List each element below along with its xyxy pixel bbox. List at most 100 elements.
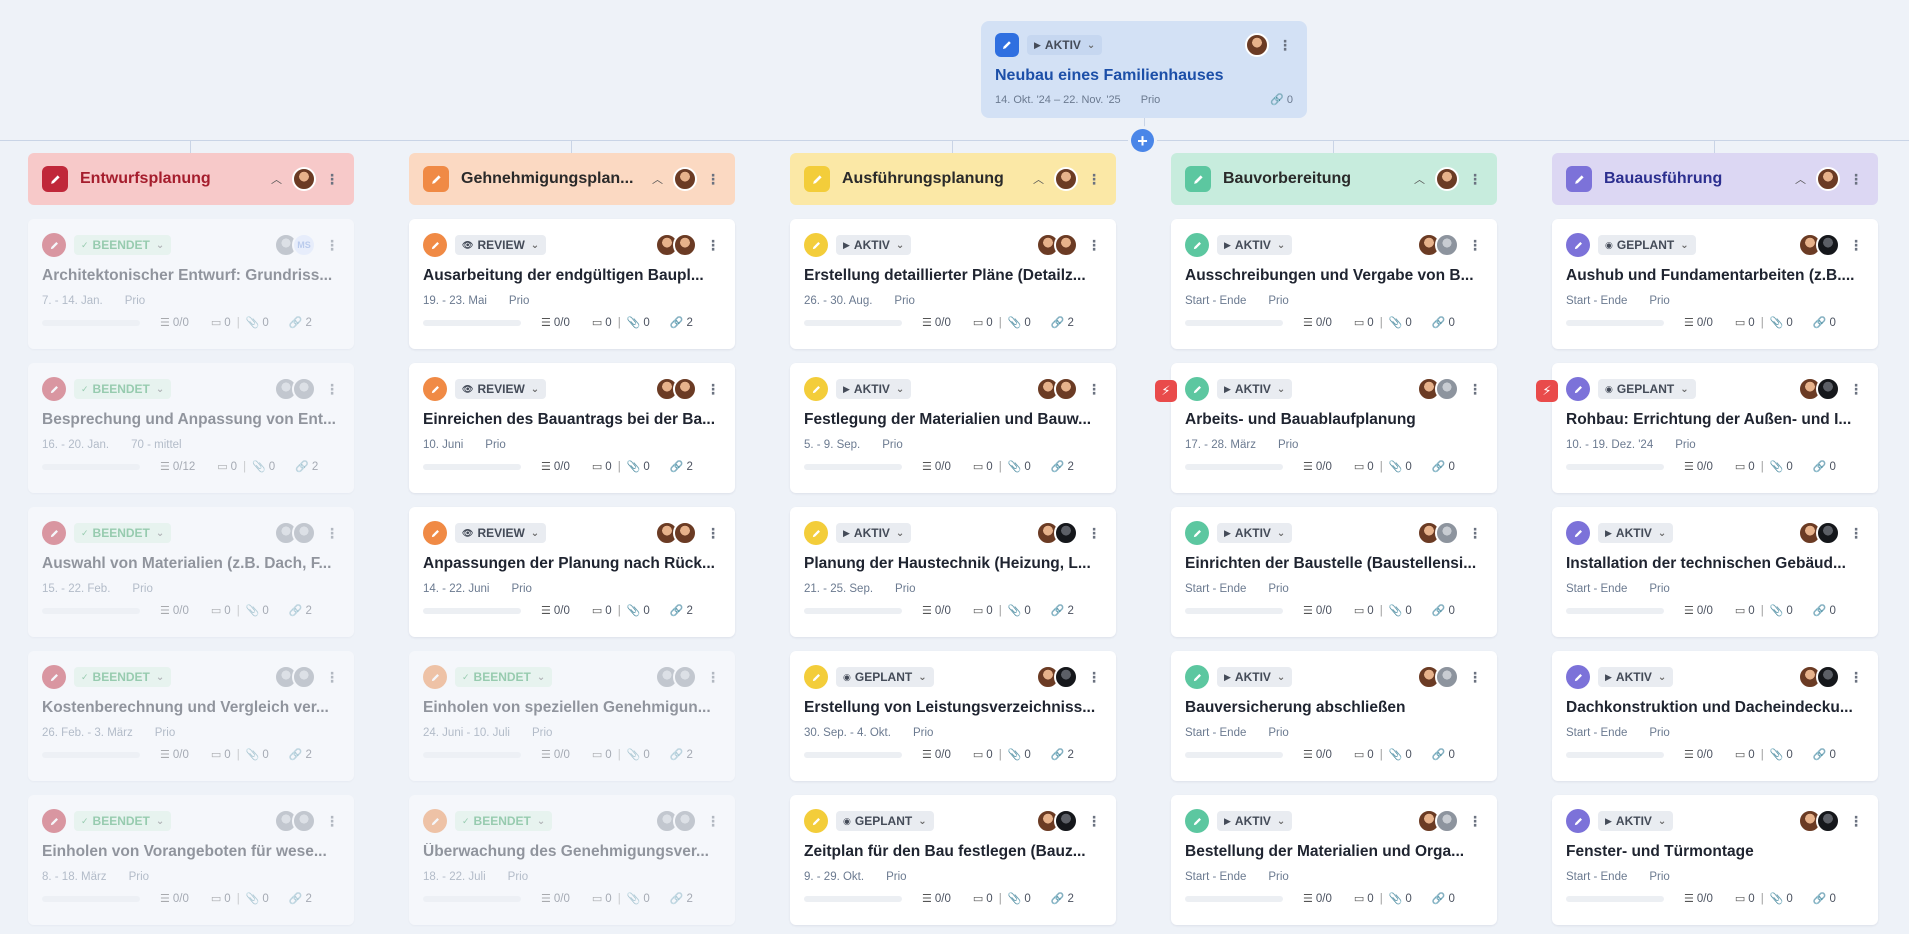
avatar[interactable] [292, 521, 316, 545]
task-card[interactable]: ▶ AKTIV ⌄ ⋮ Erstellung detaillierter Plä… [790, 219, 1116, 349]
avatar[interactable] [1816, 665, 1840, 689]
phase-title[interactable]: Bauvorbereitung [1223, 170, 1351, 188]
more-options-icon[interactable]: ⋮ [705, 238, 721, 252]
status-dropdown[interactable]: ✓ BEENDET ⌄ [74, 523, 172, 543]
pencil-icon[interactable] [42, 233, 66, 257]
pencil-icon[interactable] [42, 809, 66, 833]
avatar[interactable] [1054, 167, 1078, 191]
task-card[interactable]: ▶ AKTIV ⌄ ⋮ Ausschreibungen und Vergabe … [1171, 219, 1497, 349]
pencil-icon[interactable] [1566, 809, 1590, 833]
pencil-icon[interactable] [1185, 233, 1209, 257]
task-title[interactable]: Bestellung der Materialien und Orga... [1185, 843, 1483, 861]
pencil-icon[interactable] [423, 809, 447, 833]
task-title[interactable]: Fenster- und Türmontage [1566, 843, 1864, 861]
more-options-icon[interactable]: ⋮ [324, 526, 340, 540]
task-title[interactable]: Einholen von Vorangeboten für wese... [42, 843, 340, 861]
avatar[interactable] [292, 665, 316, 689]
task-card[interactable]: ▶ AKTIV ⌄ ⋮ Bestellung der Materialien u… [1171, 795, 1497, 925]
avatar[interactable] [1245, 33, 1269, 57]
more-options-icon[interactable]: ⋮ [1467, 526, 1483, 540]
chevron-up-icon[interactable]: ︿ [271, 171, 282, 187]
status-dropdown[interactable]: ▶ AKTIV ⌄ [836, 235, 912, 255]
avatar[interactable] [1435, 809, 1459, 833]
assignee-avatars[interactable] [1036, 521, 1078, 545]
pencil-icon[interactable] [1185, 377, 1209, 401]
task-title[interactable]: Planung der Haustechnik (Heizung, L... [804, 555, 1102, 573]
more-options-icon[interactable]: ⋮ [1467, 238, 1483, 252]
avatar[interactable] [292, 809, 316, 833]
task-title[interactable]: Installation der technischen Gebäud... [1566, 555, 1864, 573]
more-options-icon[interactable]: ⋮ [1848, 526, 1864, 540]
status-dropdown[interactable]: ▶ AKTIV ⌄ [1027, 35, 1103, 55]
assignee-avatars[interactable] [655, 233, 697, 257]
status-dropdown[interactable]: 👁 REVIEW ⌄ [455, 235, 547, 255]
pencil-icon[interactable] [1185, 809, 1209, 833]
status-dropdown[interactable]: ▶ AKTIV ⌄ [1217, 811, 1293, 831]
task-title[interactable]: Kostenberechnung und Vergleich ver... [42, 699, 340, 717]
phase-title[interactable]: Entwurfsplanung [80, 170, 211, 188]
phase-header[interactable]: Ausführungsplanung ︿ ⋮ [790, 153, 1116, 205]
more-options-icon[interactable]: ⋮ [324, 238, 340, 252]
chevron-up-icon[interactable]: ︿ [1033, 171, 1044, 187]
task-card[interactable]: 👁 REVIEW ⌄ ⋮ Ausarbeitung der endgültige… [409, 219, 735, 349]
avatar[interactable] [1054, 809, 1078, 833]
pencil-icon[interactable] [804, 665, 828, 689]
task-title[interactable]: Arbeits- und Bauablaufplanung [1185, 411, 1483, 429]
more-options-icon[interactable]: ⋮ [1086, 670, 1102, 684]
task-card[interactable]: 👁 REVIEW ⌄ ⋮ Einreichen des Bauantrags b… [409, 363, 735, 493]
status-dropdown[interactable]: ✓ BEENDET ⌄ [455, 811, 553, 831]
pencil-icon[interactable] [42, 377, 66, 401]
status-dropdown[interactable]: ✓ BEENDET ⌄ [74, 667, 172, 687]
status-dropdown[interactable]: ◉ GEPLANT ⌄ [836, 667, 934, 687]
pencil-icon[interactable] [1566, 377, 1590, 401]
assignee-avatars[interactable] [274, 377, 316, 401]
avatar[interactable] [1816, 233, 1840, 257]
pencil-icon[interactable] [804, 233, 828, 257]
task-card[interactable]: ✓ BEENDET ⌄ MS ⋮ Architektonischer Entwu… [28, 219, 354, 349]
pencil-icon[interactable] [1566, 166, 1592, 192]
task-card[interactable]: ⚡ ▶ AKTIV ⌄ ⋮ Arbeits- und Bauablaufplan… [1155, 363, 1497, 493]
phase-header[interactable]: Gehnehmigungsplan... ︿ ⋮ [409, 153, 735, 205]
status-dropdown[interactable]: ◉ GEPLANT ⌄ [1598, 379, 1696, 399]
status-dropdown[interactable]: ▶ AKTIV ⌄ [836, 379, 912, 399]
avatar[interactable] [1816, 377, 1840, 401]
status-dropdown[interactable]: ▶ AKTIV ⌄ [1217, 523, 1293, 543]
assignee-avatars[interactable] [1798, 665, 1840, 689]
pencil-icon[interactable] [804, 521, 828, 545]
more-options-icon[interactable]: ⋮ [324, 172, 340, 186]
assignee-avatars[interactable] [1054, 167, 1078, 191]
task-card[interactable]: ✓ BEENDET ⌄ ⋮ Kostenberechnung und Vergl… [28, 651, 354, 781]
chevron-up-icon[interactable]: ︿ [1795, 171, 1806, 187]
avatar[interactable] [1435, 377, 1459, 401]
task-card[interactable]: ▶ AKTIV ⌄ ⋮ Fenster- und Türmontage Star… [1552, 795, 1878, 925]
status-dropdown[interactable]: ◉ GEPLANT ⌄ [1598, 235, 1696, 255]
assignee-avatars[interactable] [1417, 809, 1459, 833]
more-options-icon[interactable]: ⋮ [1086, 172, 1102, 186]
more-options-icon[interactable]: ⋮ [1086, 526, 1102, 540]
phase-title[interactable]: Bauausführung [1604, 170, 1722, 188]
assignee-avatars[interactable] [1798, 809, 1840, 833]
task-card[interactable]: ▶ AKTIV ⌄ ⋮ Bauversicherung abschließen … [1171, 651, 1497, 781]
pencil-icon[interactable] [42, 665, 66, 689]
assignee-avatars[interactable] [655, 809, 697, 833]
pencil-icon[interactable] [1566, 665, 1590, 689]
more-options-icon[interactable]: ⋮ [705, 670, 721, 684]
task-title[interactable]: Festlegung der Materialien und Bauw... [804, 411, 1102, 429]
more-options-icon[interactable]: ⋮ [705, 172, 721, 186]
more-options-icon[interactable]: ⋮ [1467, 670, 1483, 684]
more-options-icon[interactable]: ⋮ [324, 814, 340, 828]
status-dropdown[interactable]: ◉ GEPLANT ⌄ [836, 811, 934, 831]
pencil-icon[interactable] [1185, 521, 1209, 545]
avatar[interactable] [673, 665, 697, 689]
task-title[interactable]: Anpassungen der Planung nach Rück... [423, 555, 721, 573]
more-options-icon[interactable]: ⋮ [1467, 382, 1483, 396]
task-title[interactable]: Aushub und Fundamentarbeiten (z.B.... [1566, 267, 1864, 285]
task-card[interactable]: ✓ BEENDET ⌄ ⋮ Einholen von Vorangeboten … [28, 795, 354, 925]
task-card[interactable]: ◉ GEPLANT ⌄ ⋮ Zeitplan für den Bau festl… [790, 795, 1116, 925]
avatar[interactable] [292, 377, 316, 401]
pencil-icon[interactable] [423, 665, 447, 689]
more-options-icon[interactable]: ⋮ [1277, 38, 1293, 52]
lightning-icon[interactable]: ⚡ [1536, 380, 1558, 402]
avatar[interactable] [673, 809, 697, 833]
assignee-avatars[interactable] [1036, 233, 1078, 257]
